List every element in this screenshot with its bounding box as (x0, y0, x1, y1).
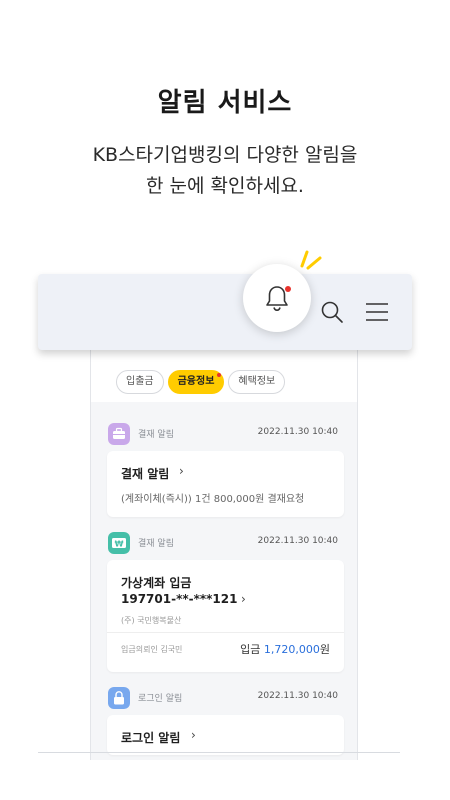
amount-unit: 원 (319, 643, 330, 656)
notification-card-approval[interactable]: 결재 알림 › (계좌이체(즉시)) 1건 800,000원 결재요청 (107, 451, 344, 517)
card-divider (107, 632, 344, 633)
notification-bell-button[interactable] (243, 264, 311, 332)
category-tabs: 입출금 금융정보 혜택정보 (116, 370, 286, 394)
card-title: 결재 알림 (121, 467, 170, 481)
notification-date: 2022.11.30 10:40 (257, 691, 338, 701)
notification-card-deposit[interactable]: 가상계좌 입금 197701-**-***121 › (주) 국민행복물산 입금… (107, 560, 344, 672)
page-title: 알림 서비스 (157, 88, 293, 118)
notification-category: 결재 알림 (138, 430, 174, 440)
notification-header: 결재 알림 2022.11.30 10:40 (108, 423, 338, 445)
lock-icon (108, 687, 130, 709)
tab-financial-info[interactable]: 금융정보 (167, 370, 225, 394)
notification-header: ₩ 결재 알림 2022.11.30 10:40 (108, 532, 338, 554)
tab-financial-info-label: 금융정보 (177, 376, 215, 387)
chevron-right-icon: › (179, 464, 184, 478)
card-detail: (계좌이체(즉시)) 1건 800,000원 결재요청 (121, 494, 305, 505)
amount-label: 입금 (240, 643, 261, 656)
company-name: (주) 국민행복물산 (121, 616, 182, 625)
tab-deposit-withdrawal[interactable]: 입출금 (116, 370, 164, 394)
notification-date: 2022.11.30 10:40 (257, 427, 338, 437)
won-icon: ₩ (108, 532, 130, 554)
chevron-right-icon: › (241, 592, 246, 606)
subtitle-line-2: 한 눈에 확인하세요. (146, 175, 304, 197)
notification-header: 로그인 알림 2022.11.30 10:40 (108, 687, 338, 709)
virtual-account-number: 197701-**-***121 (121, 592, 238, 606)
tab-new-dot (217, 373, 222, 377)
briefcase-icon (108, 423, 130, 445)
new-alert-dot (285, 286, 291, 292)
notification-category: 로그인 알림 (138, 694, 183, 704)
chevron-right-icon: › (191, 728, 196, 742)
depositor-name: 입금의뢰인 김국민 (121, 645, 183, 654)
page-subtitle: KB스타기업뱅킹의 다양한 알림을 한 눈에 확인하세요. (0, 140, 450, 202)
bottom-divider (38, 752, 400, 753)
amount-value: 1,720,000 (263, 643, 320, 656)
card-title: 로그인 알림 (121, 731, 181, 745)
hamburger-menu-icon[interactable] (365, 300, 389, 324)
tab-benefit-info[interactable]: 혜택정보 (228, 370, 286, 394)
notification-card-login[interactable]: 로그인 알림 › (107, 715, 344, 755)
notification-category: 결재 알림 (138, 539, 174, 549)
svg-text:₩: ₩ (115, 540, 124, 549)
search-icon[interactable] (320, 300, 344, 324)
notification-date: 2022.11.30 10:40 (257, 536, 338, 546)
card-title: 가상계좌 입금 (121, 576, 192, 590)
sparkle-icon (300, 250, 322, 270)
subtitle-line-1: KB스타기업뱅킹의 다양한 알림을 (92, 144, 358, 166)
deposit-amount: 입금 1,720,000원 (240, 641, 330, 657)
app-header-bar (38, 274, 412, 350)
